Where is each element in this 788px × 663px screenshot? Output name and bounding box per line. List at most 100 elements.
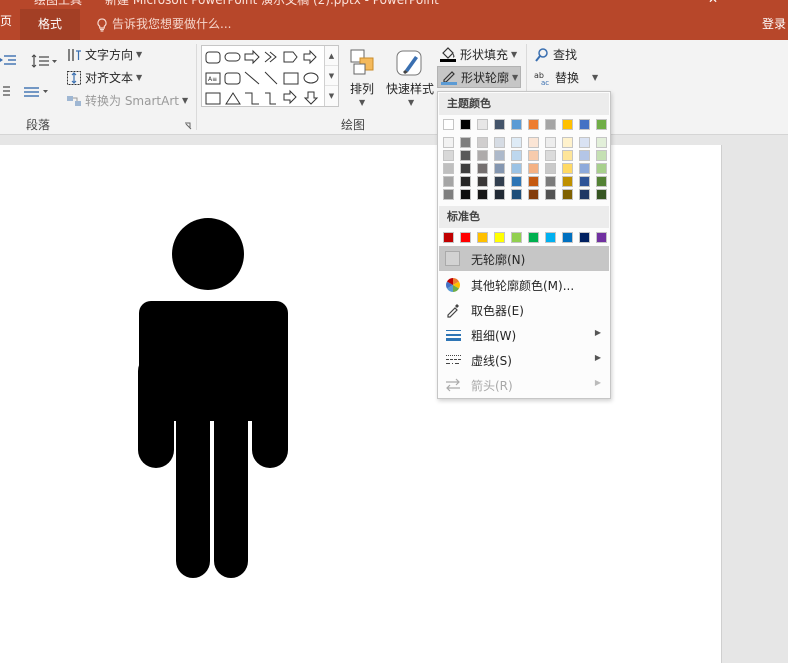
gallery-scrollbar[interactable]: ▲ ▼ ▼ <box>324 46 338 106</box>
theme-shade-swatch[interactable] <box>443 163 454 174</box>
theme-shade-swatch[interactable] <box>511 189 522 200</box>
dashes-item[interactable]: 虚线(S) ▶ <box>439 347 609 372</box>
theme-shade-swatch[interactable] <box>494 150 505 161</box>
theme-color-swatch[interactable] <box>596 119 607 130</box>
theme-color-swatch[interactable] <box>545 119 556 130</box>
text-direction-button[interactable]: 文字方向 ▼ <box>66 46 142 63</box>
eyedropper-item[interactable]: 取色器(E) <box>439 297 609 322</box>
columns-icon[interactable] <box>0 85 10 99</box>
theme-shade-swatch[interactable] <box>477 176 488 187</box>
weight-item[interactable]: 粗细(W) ▶ <box>439 322 609 347</box>
standard-color-swatch[interactable] <box>528 232 539 243</box>
slide-canvas[interactable] <box>0 145 722 663</box>
theme-shade-swatch[interactable] <box>494 163 505 174</box>
theme-shade-swatch[interactable] <box>477 137 488 148</box>
theme-shade-swatch[interactable] <box>460 163 471 174</box>
theme-color-swatch[interactable] <box>460 119 471 130</box>
theme-shade-swatch[interactable] <box>528 150 539 161</box>
theme-shade-swatch[interactable] <box>562 150 573 161</box>
arrows-item[interactable]: 箭头(R) ▶ <box>439 372 609 397</box>
theme-shade-swatch[interactable] <box>460 189 471 200</box>
tell-me-search[interactable]: 告诉我您想要做什么... <box>96 9 231 40</box>
dialog-launcher-icon[interactable] <box>184 122 192 130</box>
indent-icon[interactable] <box>0 54 16 68</box>
theme-shade-swatch[interactable] <box>596 163 607 174</box>
theme-shade-swatch[interactable] <box>460 137 471 148</box>
theme-shade-swatch[interactable] <box>579 150 590 161</box>
theme-shade-swatch[interactable] <box>579 189 590 200</box>
standard-color-swatch[interactable] <box>545 232 556 243</box>
theme-shade-swatch[interactable] <box>511 150 522 161</box>
theme-shade-swatch[interactable] <box>562 176 573 187</box>
theme-shade-swatch[interactable] <box>596 189 607 200</box>
login-link[interactable]: 登录 <box>762 9 786 40</box>
theme-color-swatch[interactable] <box>477 119 488 130</box>
theme-shade-swatch[interactable] <box>443 189 454 200</box>
find-button[interactable]: 查找 <box>534 46 577 63</box>
theme-color-swatch[interactable] <box>579 119 590 130</box>
theme-shade-swatch[interactable] <box>545 137 556 148</box>
theme-shade-swatch[interactable] <box>511 137 522 148</box>
theme-shade-swatch[interactable] <box>545 189 556 200</box>
line-spacing-icon[interactable] <box>31 54 57 68</box>
replace-button[interactable]: ab ac 替换 ▼ <box>534 69 598 86</box>
theme-shade-swatch[interactable] <box>460 176 471 187</box>
more-outline-colors-item[interactable]: 其他轮廓颜色(M)... <box>439 272 609 297</box>
theme-shade-swatch[interactable] <box>477 189 488 200</box>
theme-shade-swatch[interactable] <box>596 137 607 148</box>
theme-shade-swatch[interactable] <box>562 189 573 200</box>
convert-smartart-button[interactable]: 转换为 SmartArt ▼ <box>66 92 188 109</box>
theme-shade-swatch[interactable] <box>443 137 454 148</box>
theme-shade-swatch[interactable] <box>494 176 505 187</box>
theme-shade-swatch[interactable] <box>477 150 488 161</box>
theme-shade-swatch[interactable] <box>528 189 539 200</box>
theme-shade-swatch[interactable] <box>545 150 556 161</box>
theme-shade-swatch[interactable] <box>562 163 573 174</box>
theme-shade-swatch[interactable] <box>511 176 522 187</box>
standard-color-swatch[interactable] <box>477 232 488 243</box>
theme-shade-swatch[interactable] <box>579 176 590 187</box>
person-figure-shape[interactable] <box>136 218 296 588</box>
theme-color-swatch[interactable] <box>511 119 522 130</box>
theme-shade-swatch[interactable] <box>494 189 505 200</box>
theme-shade-swatch[interactable] <box>545 176 556 187</box>
theme-shade-swatch[interactable] <box>562 137 573 148</box>
standard-color-swatch[interactable] <box>443 232 454 243</box>
theme-shade-swatch[interactable] <box>545 163 556 174</box>
theme-shade-swatch[interactable] <box>511 163 522 174</box>
standard-color-swatch[interactable] <box>460 232 471 243</box>
theme-shade-swatch[interactable] <box>596 176 607 187</box>
theme-shade-swatch[interactable] <box>579 137 590 148</box>
align-text-button[interactable]: 对齐文本 ▼ <box>66 69 142 86</box>
theme-shade-swatch[interactable] <box>494 137 505 148</box>
shape-fill-button[interactable]: 形状填充 ▼ <box>439 45 517 63</box>
shapes-gallery[interactable]: A≡ ▲ ▼ ▼ <box>201 45 339 107</box>
standard-color-swatch[interactable] <box>579 232 590 243</box>
standard-color-swatch[interactable] <box>511 232 522 243</box>
theme-color-swatch[interactable] <box>494 119 505 130</box>
theme-color-swatch[interactable] <box>528 119 539 130</box>
theme-shade-swatch[interactable] <box>460 150 471 161</box>
theme-shade-swatch[interactable] <box>579 163 590 174</box>
theme-shade-swatch[interactable] <box>596 150 607 161</box>
theme-shade-swatch[interactable] <box>443 150 454 161</box>
scroll-up-icon[interactable]: ▲ <box>325 46 338 66</box>
standard-color-swatch[interactable] <box>494 232 505 243</box>
theme-shade-swatch[interactable] <box>443 176 454 187</box>
theme-color-swatch[interactable] <box>562 119 573 130</box>
tab-page-partial[interactable]: 页 <box>0 12 12 29</box>
quick-styles-button[interactable]: 快速样式 ▼ <box>384 46 436 110</box>
theme-shade-swatch[interactable] <box>528 137 539 148</box>
theme-color-swatch[interactable] <box>443 119 454 130</box>
standard-color-swatch[interactable] <box>562 232 573 243</box>
shape-outline-button[interactable]: 形状轮廓 ▼ <box>437 66 522 88</box>
theme-shade-swatch[interactable] <box>528 176 539 187</box>
standard-color-swatch[interactable] <box>596 232 607 243</box>
window-close-icon[interactable]: ✕ <box>708 0 718 6</box>
bullets-icon[interactable] <box>22 85 50 99</box>
gallery-more-icon[interactable]: ▼ <box>325 86 338 106</box>
no-outline-item[interactable]: 无轮廓(N) <box>439 246 609 271</box>
arrange-button[interactable]: 排列 ▼ <box>346 46 380 110</box>
tab-format[interactable]: 格式 <box>20 9 80 40</box>
theme-shade-swatch[interactable] <box>528 163 539 174</box>
